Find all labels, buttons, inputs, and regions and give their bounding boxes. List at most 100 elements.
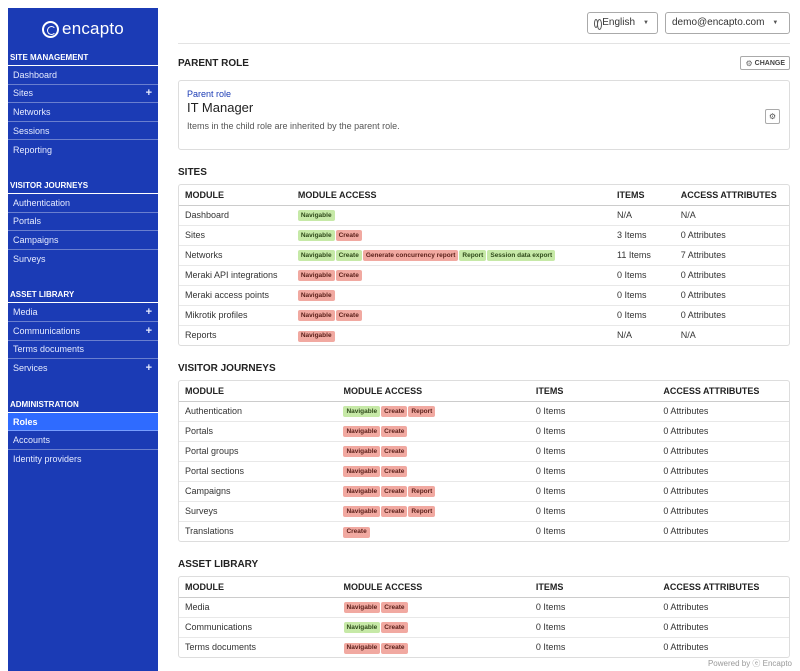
module-access: Navigable Create [337,461,530,482]
access-attributes-count: 0 Attributes [674,305,789,326]
table-row[interactable]: Surveys Navigable Create Report 0 Items 0 Att… [179,501,789,522]
top-bar: English ▼ demo@encapto.com ▼ [178,10,790,44]
sidebar-heading: Administration [8,398,158,413]
table-row[interactable]: Translations Create 0 Items 0 Attributes [179,521,789,541]
table-row[interactable]: Sites Navigable Create 3 Items 0 Attributes [179,225,789,246]
access-attributes-count: 0 Attributes [657,421,789,442]
parent-role-label: Parent role [187,89,232,99]
gear-icon: ⚙ [745,58,753,68]
table-row[interactable]: Mikrotik profiles Navigable Create 0 Items 0… [179,305,789,326]
module-access: Create [337,521,529,541]
encapto-logo-icon [42,20,60,38]
column-header-items: Items [611,185,675,206]
module-name: Networks [179,245,292,266]
sidebar-item-label: Identity providers [13,454,82,465]
module-access: Navigable Create Report [337,481,530,502]
access-attributes-count: 0 Attributes [657,481,789,502]
table-row[interactable]: Authentication Navigable Create Report 0 Ite… [179,401,789,422]
items-count: 0 Items [529,461,658,482]
module-name: Communications [179,617,338,638]
table-row[interactable]: Portal sections Navigable Create 0 Items 0 A… [179,461,789,482]
parent-role-title: Parent Role [178,57,249,69]
access-badge-create: Create [335,270,362,282]
sidebar-item-surveys[interactable]: Surveys [8,250,158,269]
expand-plus-icon[interactable]: + [146,84,152,102]
table-row[interactable]: Portals Navigable Create 0 Items 0 Attribute… [179,421,789,442]
sidebar-item-reporting[interactable]: Reporting [8,140,158,159]
items-count: N/A [611,205,675,226]
sidebar-heading: Site Management [8,51,158,66]
table-header-row: Module Module Access Items Access Attribute… [179,381,789,402]
module-name: Surveys [179,501,338,522]
table-row[interactable]: Terms documents Navigable Create 0 Items 0 A… [179,637,789,657]
parent-role-settings-button[interactable]: ⚙ [765,109,780,124]
column-header-items: Items [529,381,658,402]
table-row[interactable]: Meraki API integrations Navigable Create 0 … [179,265,789,286]
parent-role-header: Parent Role ⚙ Change [178,55,790,71]
sidebar-item-dashboard[interactable]: Dashboard [8,66,158,85]
sidebar-item-accounts[interactable]: Accounts [8,431,158,450]
module-name: Terms documents [185,642,257,653]
language-dropdown[interactable]: English ▼ [587,12,658,34]
sidebar-item-communications[interactable]: Communications + [8,322,158,341]
sidebar-item-label: Communications [13,325,81,336]
visitor-journeys-table: Module Module Access Items Access Attribute… [179,381,789,541]
sidebar-item-identity-providers[interactable]: Identity providers [8,450,158,469]
table-row[interactable]: Campaigns Navigable Create Report 0 Items 0 A… [179,481,789,502]
sidebar-item-media[interactable]: Media + [8,303,158,322]
access-badge-navigable: Navigable [343,426,381,438]
expand-plus-icon[interactable]: + [146,359,152,377]
table-row[interactable]: Reports Navigable N/A N/A [179,325,789,345]
sidebar-item-services[interactable]: Services + [8,359,158,378]
items-count: 11 Items [611,245,675,266]
asset-library-section-title: Asset Library [178,556,790,572]
sidebar-item-label: Reporting [13,144,53,155]
sidebar-item-sites[interactable]: Sites + [8,85,158,104]
items-count: 0 Items [611,305,675,326]
user-dropdown[interactable]: demo@encapto.com ▼ [665,12,790,34]
module-access: Navigable Create [337,441,530,462]
table-row[interactable]: Dashboard Navigable N/A N/A [179,205,789,226]
column-header-module-access: Module Access [337,381,530,402]
access-badge-navigable: Navigable [297,270,335,282]
access-attributes-count: 0 Attributes [657,597,789,618]
module-access: Navigable Create [291,265,612,286]
globe-icon [594,18,603,30]
module-access: Navigable [291,205,612,226]
sidebar-item-networks[interactable]: Networks [8,103,158,122]
expand-plus-icon[interactable]: + [146,322,152,340]
items-count: 0 Items [611,265,675,286]
asset-library-table: Module Module Access Items Access Attribute… [179,577,789,657]
column-header-module: Module [179,577,338,598]
sidebar-item-portals[interactable]: Portals [8,213,158,232]
column-header-module: Module [179,185,292,206]
items-count: 0 Items [611,285,675,306]
module-name: Meraki access points [179,285,292,306]
module-access: Navigable Create [337,421,530,442]
sidebar-item-roles[interactable]: Roles [8,412,158,432]
access-attributes-count: 0 Attributes [657,401,789,422]
expand-plus-icon[interactable]: + [146,303,152,321]
access-attributes-count: 0 Attributes [674,265,789,286]
sidebar-item-sessions[interactable]: Sessions [8,122,158,141]
access-attributes-count: 0 Attributes [657,441,789,462]
sidebar-item-authentication[interactable]: Authentication [8,194,158,213]
sidebar-item-label: Roles [13,416,38,427]
sidebar-item-campaigns[interactable]: Campaigns [8,231,158,250]
access-badge-create: Create [381,486,408,498]
table-row[interactable]: Communications Navigable Create 0 Items 0 At… [179,617,789,638]
language-value: English [602,17,636,28]
module-access: Navigable Create Report [337,401,530,422]
sidebar-item-terms-documents[interactable]: Terms documents [8,341,158,360]
table-row[interactable]: Meraki access points Navigable 0 Items 0 At… [179,285,789,306]
visitor-journeys-table-card: Module Module Access Items Access Attribute… [178,380,790,542]
items-count: N/A [617,330,633,341]
module-access: Navigable Create [291,305,612,326]
table-row[interactable]: Media Navigable Create 0 Items 0 Attributes [179,597,789,618]
table-row[interactable]: Portal groups Navigable Create 0 Items 0 Att… [179,441,789,462]
table-row[interactable]: Networks Navigable Create Generate concurre… [179,245,789,266]
column-header-module-access: Module Access [291,185,612,206]
change-parent-button[interactable]: ⚙ Change [740,56,790,70]
sidebar-item-label: Surveys [13,254,46,265]
brand-logo[interactable]: encapto [8,8,158,48]
